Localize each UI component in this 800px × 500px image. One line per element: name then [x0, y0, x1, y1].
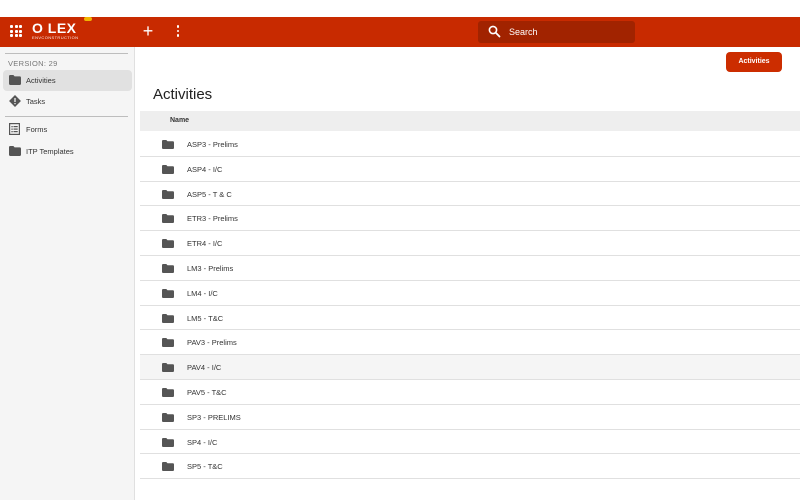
search-placeholder: Search [509, 27, 538, 37]
row-name: ETR3 - Prelims [187, 214, 238, 224]
add-icon[interactable]: + [139, 22, 157, 40]
form-icon [9, 123, 20, 135]
table-row[interactable]: ETR3 - Prelims [140, 206, 800, 232]
folder-icon [162, 288, 174, 298]
row-name: SP5 - T&C [187, 462, 223, 472]
row-name: LM4 - I/C [187, 288, 218, 298]
table-row[interactable]: LM3 - Prelims [140, 256, 800, 281]
folder-icon [162, 462, 174, 472]
logo[interactable]: O LEX ENVCONSTRUCTION [32, 17, 92, 43]
row-name: ASP3 - Prelims [187, 140, 238, 149]
folder-icon [162, 338, 174, 348]
sidebar-item-forms[interactable]: Forms [3, 119, 132, 140]
sidebar-item-itp-templates[interactable]: ITP Templates [3, 141, 132, 162]
table-row[interactable]: ASP4 - I/C [140, 157, 800, 182]
table-row[interactable]: LM5 - T&C [140, 306, 800, 331]
activities-list: ASP3 - Prelims ASP4 - I/C ASP5 - T & C ETR3… [140, 132, 800, 480]
row-name: PAV5 - T&C [187, 387, 227, 397]
row-name: LM3 - Prelims [187, 263, 234, 273]
folder-icon [162, 437, 174, 447]
search-box[interactable]: Search [478, 21, 635, 43]
row-name: SP4 - I/C [187, 437, 218, 447]
page-title: Activities [153, 86, 213, 103]
column-header-name[interactable]: Name [170, 117, 189, 124]
row-name: SP3 - PRELIMS [187, 412, 241, 422]
folder-icon [162, 189, 174, 199]
table-row[interactable]: LM4 - I/C [140, 281, 800, 306]
folder-icon [162, 263, 174, 273]
top-app-bar: O LEX ENVCONSTRUCTION + Search [0, 17, 800, 47]
table-row[interactable]: PAV4 - I/C [140, 355, 800, 380]
table-header: Name [140, 111, 800, 131]
row-name: PAV3 - Prelims [187, 338, 237, 348]
divider [5, 116, 128, 117]
apps-grid-icon[interactable] [10, 25, 22, 37]
folder-icon [162, 164, 174, 174]
folder-icon [9, 146, 21, 156]
folder-icon [162, 313, 174, 323]
folder-icon [162, 387, 174, 397]
folder-icon [162, 363, 174, 373]
folder-icon [162, 239, 174, 249]
folder-icon [162, 412, 174, 422]
table-row[interactable]: ETR4 - I/C [140, 231, 800, 256]
row-name: ASP5 - T & C [187, 189, 232, 199]
table-row[interactable]: PAV5 - T&C [140, 380, 800, 405]
sidebar-item-activities[interactable]: Activities [3, 70, 132, 91]
row-name: ETR4 - I/C [187, 239, 223, 249]
row-name: LM5 - T&C [187, 313, 224, 323]
folder-icon [9, 75, 21, 85]
table-row[interactable]: SP3 - PRELIMS [140, 405, 800, 430]
version-label: VERSION: 29 [8, 59, 58, 68]
activities-button[interactable]: Activities [726, 52, 782, 72]
sidebar: VERSION: 29 Activities Tasks Forms ITP T… [0, 47, 135, 500]
folder-icon [162, 140, 174, 149]
table-row[interactable]: SP4 - I/C [140, 430, 800, 455]
more-vert-icon[interactable] [172, 23, 184, 41]
row-name: ASP4 - I/C [187, 164, 223, 174]
row-name: PAV4 - I/C [187, 363, 222, 373]
table-row[interactable]: PAV3 - Prelims [140, 330, 800, 356]
table-row[interactable]: ASP3 - Prelims [140, 132, 800, 157]
folder-icon [162, 214, 174, 224]
diamond-info-icon [9, 95, 21, 107]
table-row[interactable]: ASP5 - T & C [140, 182, 800, 207]
search-icon [488, 25, 501, 38]
sidebar-item-tasks[interactable]: Tasks [3, 91, 132, 112]
table-row[interactable]: SP5 - T&C [140, 454, 800, 480]
divider [5, 53, 128, 54]
